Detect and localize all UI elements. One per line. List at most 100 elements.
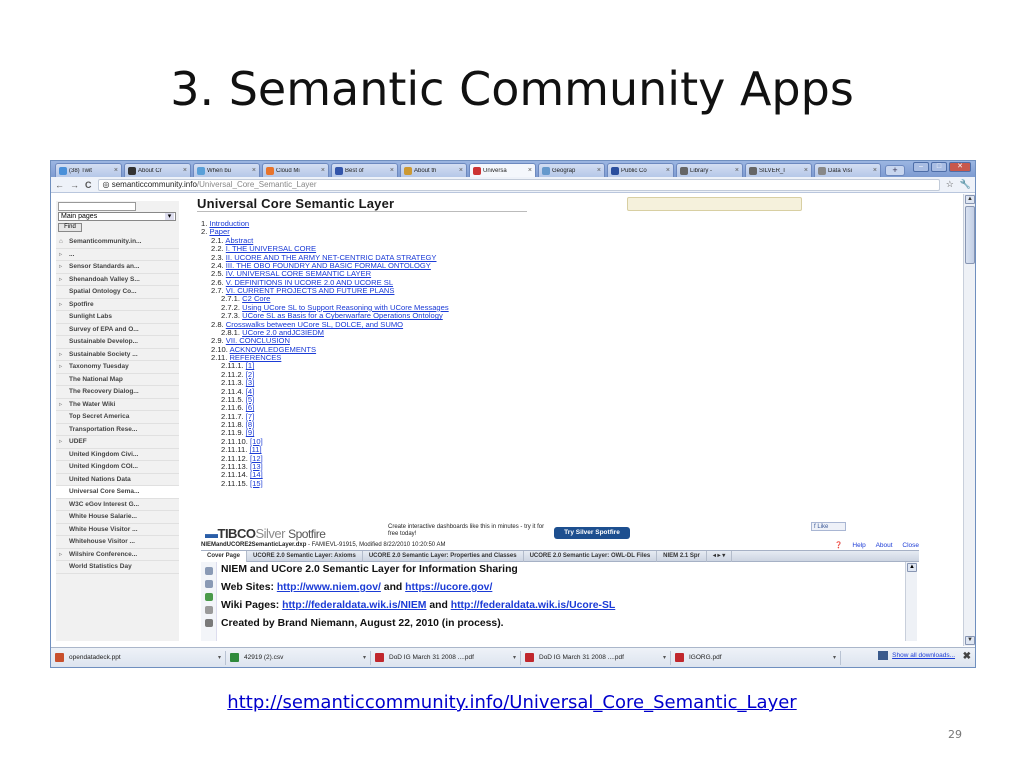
details-icon[interactable] [205,606,213,614]
niem-link[interactable]: http://www.niem.gov/ [277,582,381,593]
browser-tab[interactable]: (38) Twit × [55,163,122,177]
sidebar-item[interactable]: ⌂ Semanticommunity.in... [56,236,179,249]
forward-icon[interactable]: → [70,180,79,190]
spotfire-tab[interactable]: NIEM 2.1 Spr [657,550,707,562]
download-item[interactable]: 42919 (2).csv ▾ [226,650,371,665]
browser-tab[interactable]: Data Visi × [814,163,881,177]
sidebar-item[interactable]: United Nations Data [56,474,179,486]
sidebar-item[interactable]: Universal Core Sema... [56,486,179,499]
sidebar-item[interactable]: Top Secret America [56,411,179,424]
filter-icon[interactable] [205,593,213,601]
sidebar-item[interactable]: White House Visitor ... [56,524,179,536]
sidebar-item[interactable]: ▹ The Water Wiki [56,399,179,411]
minimize-button[interactable]: – [913,162,929,172]
help-link[interactable]: ❓ Help [826,542,865,549]
tab-close-icon[interactable]: × [528,167,532,174]
browser-tab[interactable]: When bu × [193,163,260,177]
sidebar-item[interactable]: ▹ Spotfire [56,299,179,311]
tab-close-icon[interactable]: × [252,167,256,174]
browser-tab[interactable]: Public Co × [607,163,674,177]
spotfire-tab[interactable]: UCORE 2.0 Semantic Layer: Properties and… [363,550,524,562]
download-item[interactable]: IGORG.pdf ▾ [671,650,841,665]
sidebar-item[interactable]: ▹ Sustainable Society ... [56,349,179,361]
sidebar-item[interactable]: United Kingdom COI... [56,461,179,474]
scroll-up-icon[interactable]: ▲ [965,195,975,204]
sidebar-item[interactable]: ▹ Shenandoah Valley S... [56,274,179,286]
tab-close-icon[interactable]: × [114,167,118,174]
dropdown-caret-icon[interactable]: ▾ [833,654,836,661]
page-scrollbar[interactable]: ▲ ▼ [963,194,975,646]
redo-icon[interactable] [205,580,213,588]
sidebar-item[interactable]: Whitehouse Visitor ... [56,536,179,549]
browser-tab[interactable]: Cloud Mi × [262,163,329,177]
scroll-down-icon[interactable]: ▼ [965,636,975,645]
scroll-up-icon[interactable]: ▲ [907,563,917,572]
new-tab-button[interactable]: + [885,165,905,176]
sidebar-item[interactable]: United Kingdom Civi... [56,449,179,461]
download-item[interactable]: opendatadeck.ppt ▾ [51,650,226,665]
sidebar-item[interactable]: Sunlight Labs [56,311,179,324]
sidebar-item[interactable]: ▹... [56,249,179,261]
browser-tab[interactable]: About Cr × [124,163,191,177]
toc-link[interactable]: [15] [250,479,263,488]
spotfire-tab[interactable]: UCORE 2.0 Semantic Layer: OWL-DL Files [524,550,658,562]
scroll-thumb[interactable] [965,206,975,264]
bookmark-star-icon[interactable]: ☆ [946,179,954,190]
tab-close-icon[interactable]: × [597,167,601,174]
close-window-button[interactable]: ✕ [949,162,971,172]
dropdown-caret-icon[interactable]: ▾ [663,654,666,661]
dropdown-caret-icon[interactable]: ▾ [363,654,366,661]
back-icon[interactable]: ← [55,180,64,190]
facebook-like-button[interactable]: f Like [811,522,846,531]
close-link[interactable]: Close [902,542,919,549]
about-link[interactable]: About [876,542,893,549]
sidebar-page-select[interactable]: Main pages [58,212,176,221]
spotfire-scrollbar[interactable]: ▲ [905,562,917,641]
tab-close-icon[interactable]: × [321,167,325,174]
address-bar[interactable]: ◎ semanticcommunity.info/Universal_Core_… [97,178,940,191]
browser-tab[interactable]: SILVER_I × [745,163,812,177]
footer-url-link[interactable]: http://semanticcommunity.info/Universal_… [0,692,1024,713]
try-silver-spotfire-button[interactable]: Try Silver Spotfire [554,527,630,539]
sidebar-item[interactable]: W3C eGov Interest G... [56,499,179,511]
tab-close-icon[interactable]: × [390,167,394,174]
print-icon[interactable] [205,619,213,627]
ucore-link[interactable]: https://ucore.gov/ [405,582,492,593]
sidebar-item[interactable]: Sustainable Develop... [56,336,179,349]
spotfire-tab[interactable]: Cover Page [201,550,248,562]
browser-tab[interactable]: Geograp × [538,163,605,177]
sidebar-item[interactable]: Spatial Ontology Co... [56,286,179,299]
close-download-bar-button[interactable]: ✖ [963,651,971,662]
tab-close-icon[interactable]: × [804,167,808,174]
download-item[interactable]: DoD IG March 31 2008 ....pdf ▾ [371,650,521,665]
tab-close-icon[interactable]: × [183,167,187,174]
maximize-button[interactable]: □ [931,162,947,172]
tab-close-icon[interactable]: × [873,167,877,174]
sidebar-search-input[interactable] [58,202,136,211]
sidebar-item[interactable]: ▹ Sensor Standards an... [56,261,179,274]
sidebar-item[interactable]: World Statistics Day [56,561,179,574]
wiki-niem-link[interactable]: http://federaldata.wik.is/NIEM [282,600,426,611]
tab-close-icon[interactable]: × [666,167,670,174]
sidebar-item[interactable]: The Recovery Dialog... [56,386,179,399]
sidebar-item[interactable]: The National Map [56,374,179,386]
search-box[interactable] [627,197,802,211]
sidebar-item[interactable]: White House Salarie... [56,511,179,524]
sidebar-item[interactable]: ▹ UDEF [56,436,179,449]
browser-tab[interactable]: Library - × [676,163,743,177]
sidebar-item[interactable]: Transportation Rese... [56,424,179,436]
download-item[interactable]: DoD IG March 31 2008 ....pdf ▾ [521,650,671,665]
show-all-downloads-link[interactable]: Show all downloads... [878,651,955,660]
undo-icon[interactable] [205,567,213,575]
browser-tab[interactable]: Best of × [331,163,398,177]
spotfire-tab[interactable]: UCORE 2.0 Semantic Layer: Axioms [247,550,363,562]
tab-close-icon[interactable]: × [459,167,463,174]
dropdown-caret-icon[interactable]: ▾ [218,654,221,661]
tab-scroll-arrows[interactable]: ◂ ▸ ▾ [707,550,733,562]
sidebar-find-button[interactable]: Find [58,223,82,232]
sidebar-item[interactable]: ▹ Taxonomy Tuesday [56,361,179,374]
browser-tab[interactable]: Universa × [469,163,536,177]
wiki-ucore-link[interactable]: http://federaldata.wik.is/Ucore-SL [451,600,616,611]
wrench-icon[interactable]: 🔧 [960,179,971,190]
sidebar-item[interactable]: Survey of EPA and O... [56,324,179,336]
